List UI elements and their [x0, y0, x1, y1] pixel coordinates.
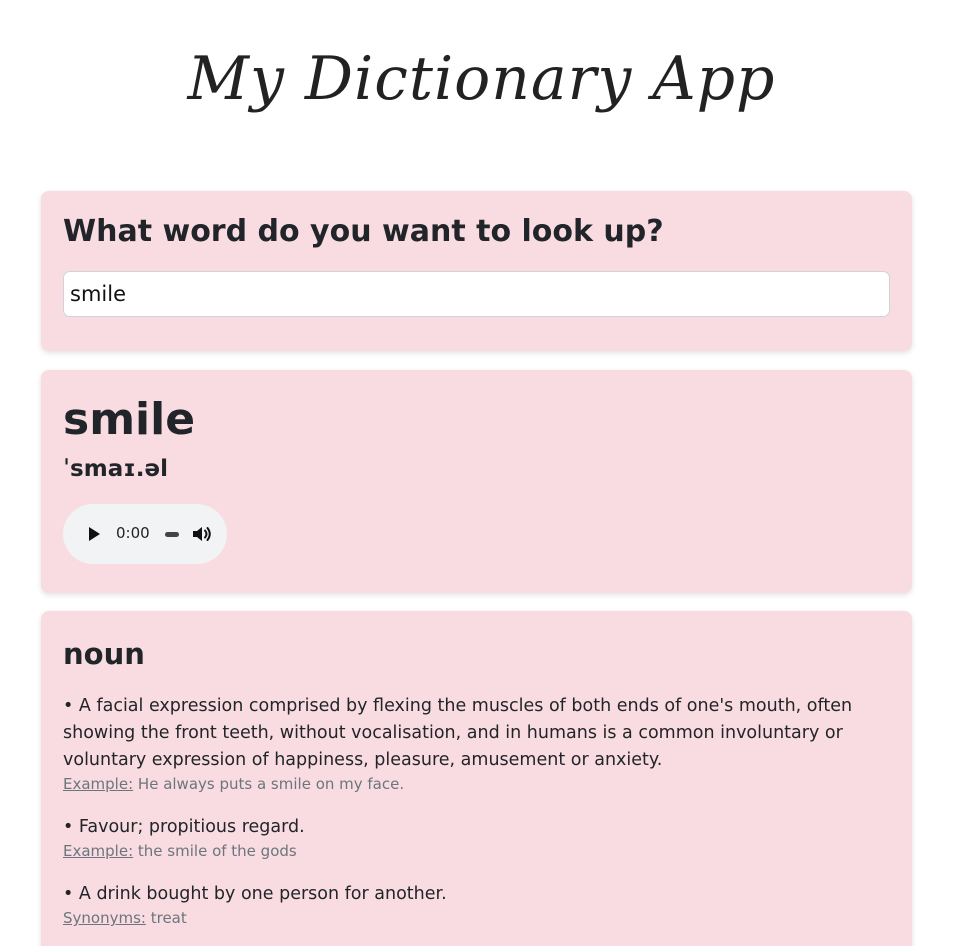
definition-text: • A facial expression comprised by flexi…: [63, 693, 890, 774]
app-title: My Dictionary App: [187, 44, 776, 114]
example-label: Example:: [63, 842, 134, 860]
volume-icon[interactable]: [192, 525, 212, 543]
page: My Dictionary App What word do you want …: [0, 0, 963, 946]
audio-time: 0:00: [116, 524, 150, 542]
play-icon[interactable]: [89, 527, 100, 541]
phonetic-text: ˈsmaɪ.əl: [63, 456, 168, 482]
search-heading: What word do you want to look up?: [63, 214, 664, 249]
definition-item: • Favour; propitious regard. Example: th…: [63, 814, 890, 861]
bullet: •: [63, 817, 74, 837]
synonyms-label: Synonyms:: [63, 909, 146, 927]
definition-list: • A facial expression comprised by flexi…: [63, 693, 890, 946]
search-input[interactable]: [63, 271, 890, 317]
definition-body: Favour; propitious regard.: [78, 817, 305, 837]
example-label: Example:: [63, 775, 134, 793]
word-title: smile: [63, 394, 196, 445]
definition-text: • A drink bought by one person for anoth…: [63, 881, 890, 908]
definition-item: • A drink bought by one person for anoth…: [63, 881, 890, 928]
meaning-card: noun • A facial expression comprised by …: [41, 611, 912, 946]
audio-player[interactable]: 0:00: [63, 504, 227, 564]
bullet: •: [63, 884, 74, 904]
definition-body: A facial expression comprised by flexing…: [63, 696, 853, 770]
example-text: He always puts a smile on my face.: [137, 775, 405, 793]
example-line: Example: He always puts a smile on my fa…: [63, 774, 890, 794]
example-line: Example: the smile of the gods: [63, 841, 890, 861]
audio-progress-bar[interactable]: [165, 532, 179, 537]
definition-text: • Favour; propitious regard.: [63, 814, 890, 841]
bullet: •: [63, 696, 74, 716]
definition-item: • A facial expression comprised by flexi…: [63, 693, 890, 794]
word-card: smile ˈsmaɪ.əl 0:00: [41, 370, 912, 593]
definition-body: A drink bought by one person for another…: [78, 884, 447, 904]
synonyms-line: Synonyms: treat: [63, 908, 890, 928]
part-of-speech: noun: [63, 637, 145, 671]
synonyms-text: treat: [150, 909, 187, 927]
example-text: the smile of the gods: [137, 842, 297, 860]
search-card: What word do you want to look up?: [41, 191, 912, 351]
